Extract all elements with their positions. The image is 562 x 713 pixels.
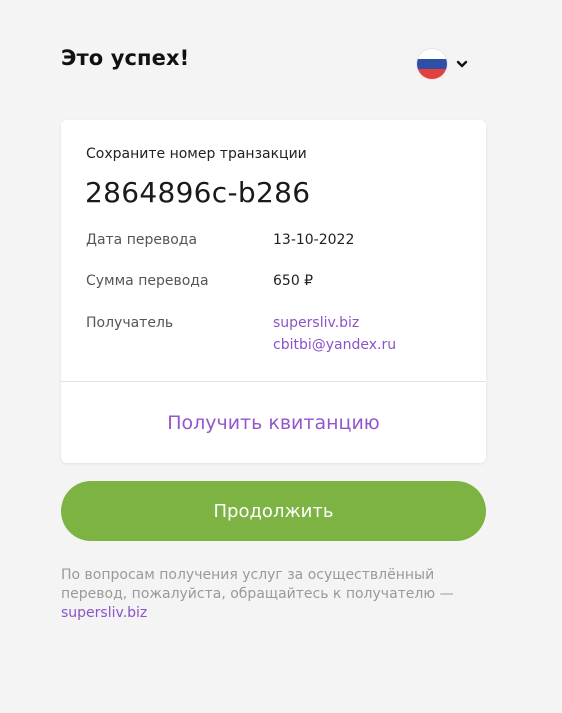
support-recipient-link[interactable]: supersliv.biz bbox=[61, 605, 147, 621]
recipient-site-link[interactable]: supersliv.biz bbox=[273, 315, 359, 331]
recipient-label: Получатель bbox=[86, 315, 174, 331]
transaction-card: Сохраните номер транзакции 2864896c-b286… bbox=[61, 120, 486, 463]
continue-button[interactable]: Продолжить bbox=[61, 481, 486, 541]
language-selector[interactable] bbox=[416, 48, 472, 80]
support-note: По вопросам получения услуг за осуществл… bbox=[61, 566, 461, 623]
transfer-amount-label: Сумма перевода bbox=[86, 273, 209, 289]
transfer-amount-value: 650 ₽ bbox=[273, 273, 314, 289]
payment-success-page: Это успех! Сохраните номер транзакции 28… bbox=[0, 0, 562, 713]
page-title: Это успех! bbox=[61, 46, 190, 70]
support-note-text: По вопросам получения услуг за осуществл… bbox=[61, 567, 454, 602]
russia-flag-icon bbox=[417, 49, 447, 79]
transfer-date-value: 13-10-2022 bbox=[273, 232, 355, 248]
transaction-number: 2864896c-b286 bbox=[85, 176, 311, 209]
recipient-email-link[interactable]: cbitbi@yandex.ru bbox=[273, 337, 396, 353]
get-receipt-link[interactable]: Получить квитанцию bbox=[61, 382, 486, 463]
transfer-date-label: Дата перевода bbox=[86, 232, 198, 248]
chevron-down-icon bbox=[456, 60, 468, 68]
save-transaction-label: Сохраните номер транзакции bbox=[86, 146, 307, 162]
